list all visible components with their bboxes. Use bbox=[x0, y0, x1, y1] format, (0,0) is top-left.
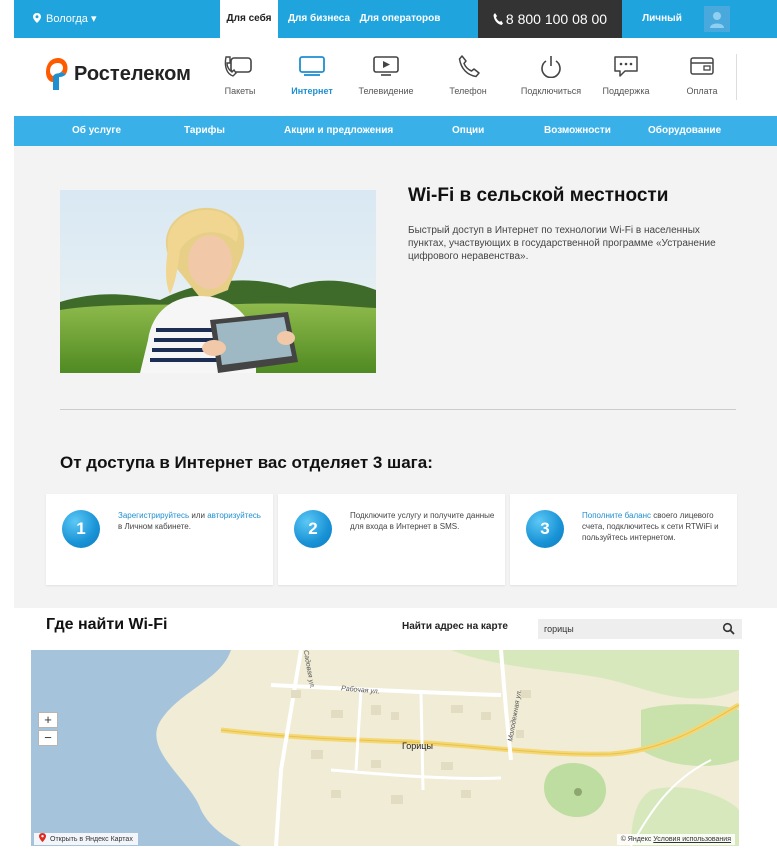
subnav-promos[interactable]: Акции и предложения bbox=[284, 125, 393, 136]
register-link[interactable]: Зарегистрируйтесь bbox=[118, 511, 189, 520]
zoom-in-button[interactable]: + bbox=[38, 712, 58, 728]
tab-personal[interactable]: Для себя bbox=[220, 0, 278, 38]
open-in-yandex-link[interactable]: Открыть в Яндекс Картах bbox=[34, 833, 138, 845]
zoom-out-button[interactable]: − bbox=[38, 730, 58, 746]
nav-tv-label: Телевидение bbox=[358, 86, 414, 96]
subnav-about[interactable]: Об услуге bbox=[72, 125, 121, 136]
tv-icon bbox=[373, 56, 399, 76]
map-pin-icon bbox=[39, 833, 46, 842]
map-canvas bbox=[31, 650, 739, 846]
header-divider bbox=[736, 54, 737, 100]
phone-number[interactable]: 8 800 100 08 00 bbox=[478, 0, 622, 38]
nav-phone-label: Телефон bbox=[449, 86, 487, 96]
nav-connect[interactable]: Подключиться bbox=[516, 54, 586, 96]
nav-packages-label: Пакеты bbox=[224, 86, 256, 96]
subnav-options[interactable]: Опции bbox=[452, 125, 484, 136]
steps-title: От доступа в Интернет вас отделяет 3 шаг… bbox=[60, 453, 433, 472]
step-card-2: 2 Подключите услугу и получите данные дл… bbox=[278, 494, 505, 585]
step-card-1: 1 Зарегистрируйтесь или авторизуйтесь в … bbox=[46, 494, 273, 585]
step-card-3: 3 Пополните баланс своего лицевого счета… bbox=[510, 494, 737, 585]
login-link[interactable]: авторизуйтесь bbox=[207, 511, 261, 520]
power-icon bbox=[541, 56, 561, 78]
subnav-features[interactable]: Возможности bbox=[544, 125, 611, 136]
terms-link[interactable]: Условия использования bbox=[653, 836, 731, 843]
handset-icon bbox=[493, 13, 503, 25]
nav-tv[interactable]: Телевидение bbox=[354, 54, 418, 96]
nav-internet[interactable]: Интернет bbox=[280, 54, 344, 96]
nav-internet-label: Интернет bbox=[291, 86, 333, 96]
top-up-link[interactable]: Пополните баланс bbox=[582, 511, 651, 520]
personal-cabinet-link[interactable]: Личный кабинет bbox=[622, 0, 702, 62]
tab-operators[interactable]: Для операторов bbox=[358, 0, 442, 38]
nav-payment-label: Оплата bbox=[686, 86, 718, 96]
logo-text: Ростелеком bbox=[74, 63, 191, 85]
map-village-label: Горицы bbox=[402, 741, 433, 751]
sub-navigation: Об услуге Тарифы Акции и предложения Опц… bbox=[14, 116, 777, 146]
yandex-map[interactable]: Горицы Рабочая ул. Молодежная ул. Садова… bbox=[31, 650, 739, 846]
location-pin-icon bbox=[33, 13, 41, 23]
nav-connect-label: Подключиться bbox=[520, 86, 582, 96]
main-header: Ростелеком Пакеты Интернет Телевидение Т… bbox=[14, 38, 777, 116]
wallet-icon bbox=[690, 57, 714, 75]
step-text: Подключите услугу и получите данные для … bbox=[350, 511, 495, 531]
map-title: Где найти Wi-Fi bbox=[46, 616, 168, 633]
logo-mark-icon bbox=[46, 58, 68, 90]
nav-support[interactable]: Поддержка bbox=[594, 54, 658, 96]
nav-phone[interactable]: Телефон bbox=[436, 54, 500, 96]
chat-icon bbox=[614, 56, 638, 77]
hero-image bbox=[60, 190, 376, 373]
subnav-tariffs[interactable]: Тарифы bbox=[184, 125, 225, 136]
hero-description: Быстрый доступ в Интернет по технологии … bbox=[408, 225, 716, 262]
city-selector[interactable]: Вологда ▾ bbox=[32, 12, 97, 25]
step-number: 3 bbox=[526, 510, 564, 548]
step-number: 2 bbox=[294, 510, 332, 548]
address-search-input[interactable] bbox=[544, 622, 712, 636]
phone-icon bbox=[458, 55, 480, 78]
nav-payment[interactable]: Оплата bbox=[670, 54, 734, 96]
step-number: 1 bbox=[62, 510, 100, 548]
subnav-equipment[interactable]: Оборудование bbox=[648, 125, 721, 136]
nav-packages[interactable]: Пакеты bbox=[208, 54, 272, 96]
top-bar: Вологда ▾ Для себя Для бизнеса Для опера… bbox=[14, 0, 777, 62]
map-attribution: © Яндекс Условия использования bbox=[616, 834, 735, 845]
copyright-text: © Яндекс bbox=[620, 836, 652, 843]
city-label: Вологда ▾ bbox=[46, 13, 97, 25]
step-text: Зарегистрируйтесь или авторизуйтесь в Ли… bbox=[118, 511, 261, 531]
open-in-yandex-label: Открыть в Яндекс Картах bbox=[50, 836, 133, 843]
user-icon[interactable] bbox=[704, 6, 730, 32]
packages-icon bbox=[224, 56, 252, 77]
phone-label: 8 800 100 08 00 bbox=[505, 11, 608, 27]
step-text: Пополните баланс своего лицевого счета, … bbox=[582, 511, 719, 542]
address-search bbox=[538, 619, 742, 639]
monitor-icon bbox=[299, 56, 325, 76]
search-icon[interactable] bbox=[722, 622, 736, 636]
hero-title: Wi-Fi в сельской местности bbox=[408, 185, 669, 206]
find-address-label: Найти адрес на карте bbox=[402, 621, 508, 632]
page: Вологда ▾ Для себя Для бизнеса Для опера… bbox=[14, 0, 777, 853]
nav-support-label: Поддержка bbox=[602, 86, 650, 96]
tab-business[interactable]: Для бизнеса bbox=[284, 0, 354, 38]
section-divider bbox=[60, 409, 736, 410]
